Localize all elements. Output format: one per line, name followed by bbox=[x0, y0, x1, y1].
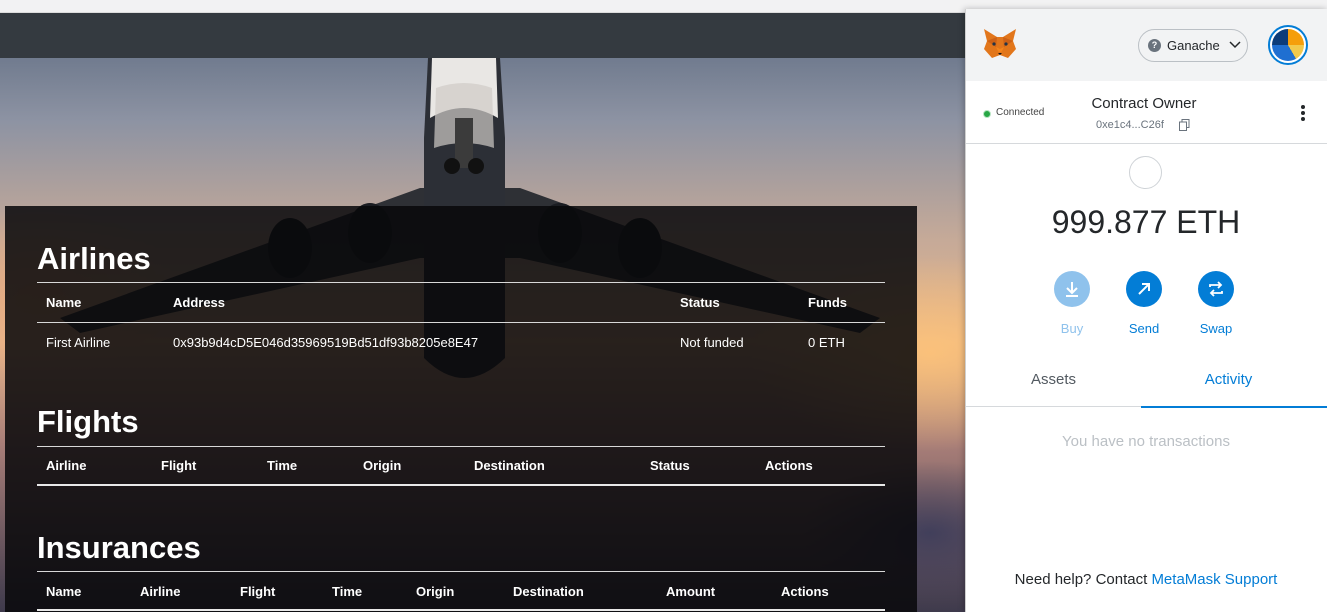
account-name: Contract Owner bbox=[1091, 95, 1197, 112]
download-icon bbox=[1054, 271, 1090, 307]
airlines-header-address: Address bbox=[173, 295, 226, 310]
network-name: Ganache bbox=[1167, 38, 1220, 53]
buy-button[interactable]: Buy bbox=[1042, 271, 1102, 336]
tab-activity[interactable]: Activity bbox=[1141, 361, 1327, 408]
buy-label: Buy bbox=[1060, 321, 1084, 336]
token-icon bbox=[1129, 156, 1162, 189]
swap-icon bbox=[1198, 271, 1234, 307]
airline-row-address: 0x93b9d4cD5E046d35969519Bd51df93b8205e8E… bbox=[173, 335, 479, 350]
airlines-header-name: Name bbox=[46, 295, 82, 310]
account-bar: Connected Contract Owner 0xe1c4...C26f bbox=[966, 81, 1327, 144]
airline-row-status: Not funded bbox=[680, 335, 744, 350]
insurances-header-name: Name bbox=[46, 584, 82, 599]
swap-label: Swap bbox=[1199, 321, 1233, 336]
help-text: Need help? Contact bbox=[1014, 571, 1148, 588]
flights-header-status: Status bbox=[650, 458, 690, 473]
airline-row-name: First Airline bbox=[46, 335, 111, 350]
send-label: Send bbox=[1128, 321, 1160, 336]
balance-display: 999.877 ETH bbox=[1051, 204, 1241, 240]
airlines-header-status: Status bbox=[680, 295, 720, 310]
airlines-header-rule bbox=[37, 322, 885, 323]
metamask-popup: ? Ganache Connected Contract Owner 0xe1c… bbox=[965, 9, 1327, 612]
swap-button[interactable]: Swap bbox=[1186, 271, 1246, 336]
send-button[interactable]: Send bbox=[1114, 271, 1174, 336]
flights-title: Flights bbox=[37, 404, 139, 439]
airlines-table-top-rule bbox=[37, 282, 885, 283]
connection-status[interactable]: Connected bbox=[996, 107, 1044, 118]
insurances-header-time: Time bbox=[332, 584, 363, 599]
arrow-up-right-icon bbox=[1126, 271, 1162, 307]
flights-header-airline: Airline bbox=[46, 458, 87, 473]
account-address[interactable]: 0xe1c4...C26f bbox=[1096, 119, 1164, 131]
account-avatar[interactable] bbox=[1268, 25, 1308, 65]
asset-activity-tabs: Assets Activity bbox=[966, 361, 1327, 408]
insurances-title: Insurances bbox=[37, 530, 201, 565]
flights-header-rule bbox=[37, 484, 885, 486]
airlines-header-funds: Funds bbox=[808, 295, 847, 310]
airline-row-funds: 0 ETH bbox=[808, 335, 845, 350]
metamask-fox-logo[interactable] bbox=[982, 25, 1018, 61]
chevron-down-icon bbox=[1229, 41, 1241, 49]
copy-icon[interactable] bbox=[1179, 119, 1190, 131]
insurances-header-flight: Flight bbox=[240, 584, 276, 599]
metamask-header: ? Ganache bbox=[966, 9, 1327, 81]
metamask-support-link[interactable]: MetaMask Support bbox=[1151, 571, 1277, 588]
tab-assets[interactable]: Assets bbox=[966, 361, 1141, 407]
flights-header-origin: Origin bbox=[363, 458, 402, 473]
insurances-header-actions: Actions bbox=[781, 584, 829, 599]
insurances-header-rule bbox=[37, 609, 885, 611]
airlines-title: Airlines bbox=[37, 241, 151, 276]
flights-header-actions: Actions bbox=[765, 458, 813, 473]
empty-transactions-message: You have no transactions bbox=[1062, 433, 1230, 450]
help-footer: Need help? Contact MetaMask Support bbox=[966, 571, 1326, 588]
insurances-header-destination: Destination bbox=[513, 584, 584, 599]
flights-header-time: Time bbox=[267, 458, 298, 473]
connected-status-dot bbox=[983, 110, 991, 118]
insurances-header-amount: Amount bbox=[666, 584, 716, 599]
network-help-icon: ? bbox=[1148, 39, 1161, 52]
identicon-icon bbox=[1272, 29, 1304, 61]
dapp-content-panel: Airlines Name Address Status Funds First… bbox=[5, 206, 917, 612]
insurances-header-airline: Airline bbox=[140, 584, 181, 599]
flights-header-destination: Destination bbox=[474, 458, 545, 473]
flights-header-flight: Flight bbox=[161, 458, 197, 473]
insurances-header-origin: Origin bbox=[416, 584, 455, 599]
network-selector[interactable]: ? Ganache bbox=[1138, 29, 1248, 62]
account-options-menu-icon[interactable] bbox=[1300, 105, 1306, 123]
flights-table-top-rule bbox=[37, 446, 885, 447]
insurances-table-top-rule bbox=[37, 571, 885, 572]
